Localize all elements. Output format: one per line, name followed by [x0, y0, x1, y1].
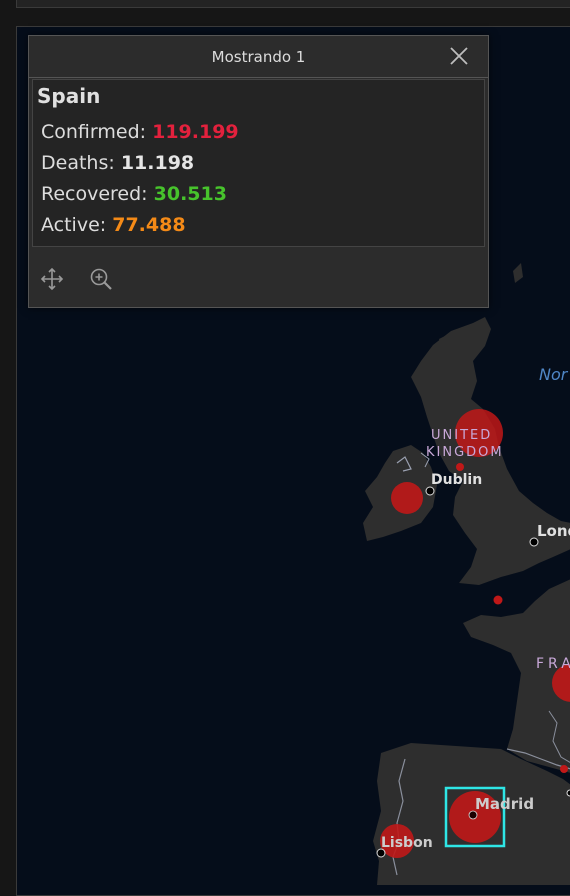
- label-uk-line2: KINGDOM: [426, 445, 504, 460]
- label-london: Lond: [537, 522, 570, 540]
- stat-deaths: Deaths: 11.198: [41, 152, 194, 174]
- label-madrid: Madrid: [475, 795, 535, 813]
- popup-header: Mostrando 1: [29, 36, 488, 78]
- label-dublin: Dublin: [431, 472, 483, 488]
- bubble-ireland: [391, 482, 423, 514]
- popup-title: Mostrando 1: [211, 48, 306, 66]
- bubble-uk-small: [456, 463, 464, 471]
- bubble-east: [560, 765, 568, 773]
- stat-deaths-label: Deaths:: [41, 152, 115, 174]
- stat-deaths-value: 11.198: [120, 152, 195, 174]
- stat-active-value: 77.488: [112, 214, 186, 236]
- close-icon[interactable]: [448, 45, 470, 67]
- city-dot-dublin: [425, 486, 435, 496]
- bubble-channel: [493, 595, 503, 605]
- label-north-sea: Nor: [539, 365, 568, 384]
- stat-recovered-label: Recovered:: [41, 183, 148, 205]
- stat-confirmed: Confirmed: 119.199: [41, 121, 239, 143]
- top-panel-edge: [16, 0, 570, 8]
- pan-icon[interactable]: [39, 266, 65, 292]
- feature-popup: Mostrando 1 Spain Confirmed: 119.199 Dea…: [28, 35, 489, 308]
- stat-confirmed-label: Confirmed:: [41, 121, 147, 143]
- popup-actions: [29, 250, 488, 307]
- stat-active-label: Active:: [41, 214, 107, 236]
- stat-active: Active: 77.488: [41, 214, 186, 236]
- stat-recovered: Recovered: 30.513: [41, 183, 227, 205]
- label-uk-line1: UNITED: [431, 428, 493, 443]
- stat-recovered-value: 30.513: [153, 183, 227, 205]
- country-name: Spain: [37, 84, 101, 108]
- stat-confirmed-value: 119.199: [152, 121, 239, 143]
- label-lisbon: Lisbon: [381, 835, 433, 851]
- popup-content: Spain Confirmed: 119.199 Deaths: 11.198 …: [32, 79, 485, 247]
- label-france: FRA: [536, 656, 570, 672]
- zoom-to-icon[interactable]: [88, 266, 114, 292]
